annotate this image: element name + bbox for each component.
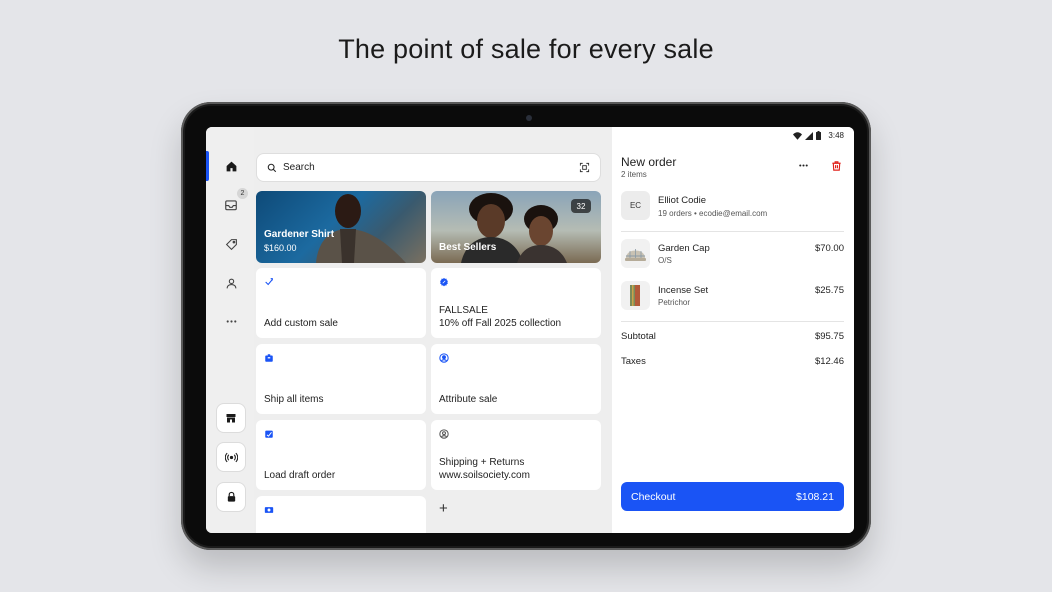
checkout-button[interactable]: Checkout $108.21 (621, 482, 844, 511)
more-icon (226, 319, 236, 323)
tablet-frame: 2 Search Gardener Shirt $160.00 Best Sel… (181, 102, 871, 550)
item-variant: O/S (658, 256, 672, 265)
discount-description: 10% off Fall 2025 collection (439, 318, 562, 329)
gardener-shirt-price: $160.00 (264, 243, 297, 253)
store-button[interactable] (216, 403, 246, 433)
lock-button[interactable] (216, 482, 246, 512)
ship-icon (265, 354, 273, 362)
tile-discount-fallsale[interactable]: FALLSALE 10% off Fall 2025 collection (431, 268, 601, 338)
shipping-returns-label: Shipping + Returns www.soilsociety.com (439, 456, 530, 482)
collection-tile-best-sellers[interactable]: Best Sellers 32 (431, 191, 601, 263)
item-price: $25.75 (814, 285, 844, 296)
draft-icon (265, 430, 273, 438)
wifi-icon (793, 131, 803, 140)
incense-image (630, 285, 640, 306)
policy-icon (439, 429, 449, 439)
item-name: Incense Set (658, 285, 709, 296)
tag-icon (225, 238, 237, 250)
item-price: $70.00 (814, 243, 844, 254)
divider (621, 231, 844, 232)
battery-icon (816, 131, 822, 140)
scan-icon[interactable] (579, 162, 590, 173)
search-input[interactable]: Search (283, 162, 579, 173)
subtotal-row: Subtotal $95.75 (621, 331, 844, 342)
customer-row[interactable]: EC Elliot Codie 19 orders • ecodie@email… (621, 191, 844, 227)
tablet-bezel: 2 Search Gardener Shirt $160.00 Best Sel… (185, 106, 867, 546)
orders-badge: 2 (237, 188, 248, 199)
incense-set-thumbnail (621, 281, 650, 310)
tile-load-draft-order[interactable]: Load draft order (256, 420, 426, 490)
checkout-total: $108.21 (796, 490, 834, 503)
shipping-returns-title: Shipping + Returns (439, 457, 525, 468)
cap-image (625, 249, 646, 261)
broadcast-icon (224, 452, 238, 462)
order-panel: 3:48 New order 2 items EC Elliot Codie 1… (612, 127, 854, 533)
tile-add-custom-sale[interactable]: Add custom sale (256, 268, 426, 338)
nav-rail: 2 (206, 127, 254, 533)
gardener-shirt-label: Gardener Shirt $160.00 (264, 229, 334, 254)
tile-ship-all-items[interactable]: Ship all items (256, 344, 426, 414)
status-bar: 3:48 (793, 131, 844, 140)
item-name: Garden Cap (658, 243, 710, 254)
order-more-icon[interactable] (798, 160, 809, 171)
best-sellers-label: Best Sellers (439, 242, 497, 253)
gardener-shirt-name: Gardener Shirt (264, 229, 335, 240)
pos-screen: 2 Search Gardener Shirt $160.00 Best Sel… (206, 127, 854, 533)
camera (526, 115, 532, 121)
nav-more[interactable] (220, 310, 242, 332)
add-icon: + (439, 500, 448, 517)
reader-button[interactable] (216, 442, 246, 472)
search-icon (267, 163, 277, 172)
shipping-returns-url: www.soilsociety.com (439, 470, 530, 481)
home-icon (226, 161, 236, 171)
garden-cap-thumbnail (621, 239, 650, 268)
subtotal-value: $95.75 (814, 331, 844, 342)
discount-label: FALLSALE 10% off Fall 2025 collection (439, 304, 561, 330)
nav-orders[interactable]: 2 (220, 188, 248, 216)
inbox-icon (225, 200, 237, 211)
person-icon (226, 278, 236, 288)
customer-meta: 19 orders • ecodie@email.com (658, 209, 768, 218)
nav-home[interactable] (220, 155, 242, 177)
custom-sale-icon (265, 278, 273, 286)
item-variant: Petrichor (658, 298, 691, 307)
tile-payment-link[interactable] (256, 496, 426, 533)
nav-customers[interactable] (220, 272, 242, 294)
line-item[interactable]: Garden Cap O/S $70.00 (621, 239, 844, 271)
subtotal-label: Subtotal (621, 331, 656, 342)
product-tile-gardener-shirt[interactable]: Gardener Shirt $160.00 (256, 191, 426, 263)
attribute-icon (439, 353, 449, 363)
custom-sale-label: Add custom sale (264, 318, 338, 329)
divider (621, 321, 844, 322)
discount-code: FALLSALE (439, 305, 488, 316)
nav-products[interactable] (220, 233, 242, 255)
discount-icon (440, 277, 448, 287)
customer-name: Elliot Codie (658, 195, 707, 206)
order-title: New order (621, 155, 677, 169)
load-draft-label: Load draft order (264, 470, 336, 481)
checkout-label: Checkout (631, 490, 676, 503)
tile-shipping-returns[interactable]: Shipping + Returns www.soilsociety.com (431, 420, 601, 490)
link-icon (264, 507, 274, 513)
taxes-value: $12.46 (814, 356, 844, 367)
line-item[interactable]: Incense Set Petrichor $25.75 (621, 281, 844, 313)
nav-active-indicator (206, 151, 209, 181)
headline: The point of sale for every sale (338, 34, 714, 64)
clock: 3:48 (828, 131, 844, 140)
customer-avatar: EC (621, 191, 650, 220)
order-item-count: 2 items (621, 170, 647, 179)
search-bar[interactable]: Search (256, 153, 601, 182)
lock-icon (227, 491, 235, 502)
signal-icon (805, 131, 814, 140)
attribute-label: Attribute sale (439, 394, 498, 405)
ship-all-label: Ship all items (264, 394, 324, 405)
taxes-row: Taxes $12.46 (621, 356, 844, 367)
best-sellers-count: 32 (571, 199, 591, 213)
trash-icon[interactable] (831, 160, 842, 172)
tile-add-new[interactable]: + (431, 496, 601, 533)
store-icon (226, 414, 236, 423)
taxes-label: Taxes (621, 356, 646, 367)
tile-attribute-sale[interactable]: Attribute sale (431, 344, 601, 414)
